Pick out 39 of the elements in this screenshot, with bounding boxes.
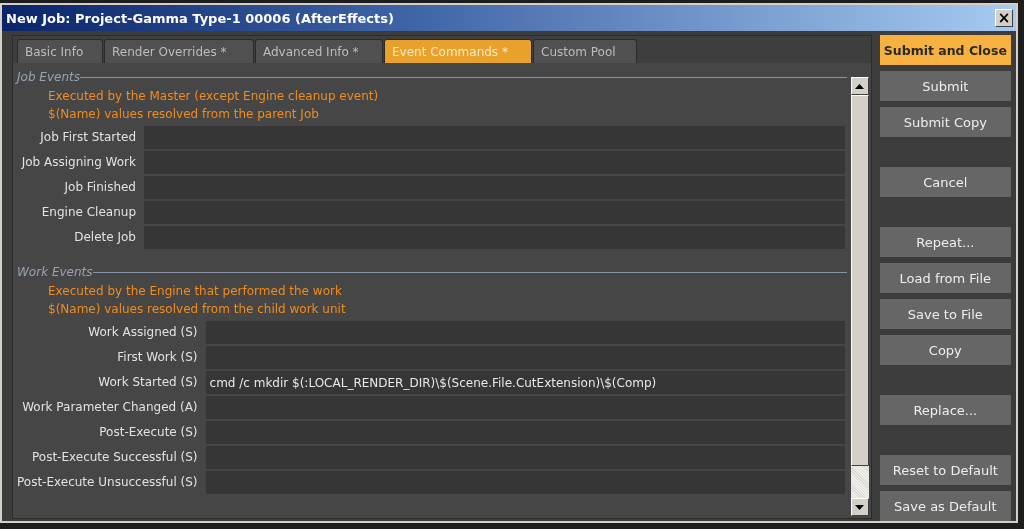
action-button[interactable]: Submit and Close — [879, 35, 1011, 65]
field-label: First Work (S) — [116, 349, 198, 366]
command-field[interactable]: cmd /c mkdir $(:LOCAL_RENDER_DIR)\$(Scene.File.CutExtension)\$(Comp) — [205, 371, 845, 394]
note-text: $(Name) values resolved from the child work unit — [48, 301, 347, 318]
action-button[interactable]: Copy — [879, 335, 1011, 365]
action-button[interactable]: Reset to Default — [879, 455, 1011, 485]
action-button[interactable]: Cancel — [879, 167, 1011, 197]
note-text: Executed by the Engine that performed the work — [48, 283, 343, 300]
action-button[interactable]: Save to File — [879, 299, 1011, 329]
scrollbar[interactable] — [850, 77, 869, 516]
window-title: New Job: Project-Gamma Type-1 00006 (AfterEffects) — [6, 10, 394, 26]
tab[interactable]: Basic Info — [17, 39, 103, 63]
action-button[interactable]: Save as Default — [879, 491, 1011, 521]
field-label: Post-Execute Unsuccessful (S) — [17, 474, 198, 491]
close-button[interactable]: × — [995, 9, 1013, 27]
note-text: Executed by the Master (except Engine cleanup event) — [48, 88, 380, 105]
up-arrow-icon — [855, 83, 865, 89]
note-text: $(Name) values resolved from the parent Job — [48, 106, 320, 123]
field-label: Job Assigning Work — [20, 154, 136, 171]
action-button[interactable]: Repeat... — [879, 227, 1011, 257]
tab[interactable]: Render Overrides * — [104, 39, 254, 63]
down-arrow-icon — [855, 504, 865, 510]
field-label: Job Finished — [63, 179, 136, 196]
field-label: Post-Execute (S) — [98, 424, 198, 441]
field-label: Delete Job — [73, 229, 136, 246]
field-label: Work Started (S) — [97, 374, 198, 391]
field-label: Job First Started — [38, 129, 136, 146]
action-button[interactable]: Replace... — [879, 395, 1011, 425]
field-label: Post-Execute Successful (S) — [31, 449, 198, 466]
field-label: Work Parameter Changed (A) — [21, 399, 198, 416]
field-label: Work Assigned (S) — [87, 324, 198, 341]
tab[interactable]: Custom Pool — [533, 39, 637, 63]
section-title: Work Events — [17, 265, 93, 279]
action-button[interactable]: Submit Copy — [879, 107, 1011, 137]
action-button[interactable]: Submit — [879, 71, 1011, 101]
action-button[interactable]: Load from File — [879, 263, 1011, 293]
tab[interactable]: Advanced Info * — [255, 39, 383, 63]
section-title: Job Events — [17, 70, 80, 84]
field-label: Engine Cleanup — [40, 204, 136, 221]
